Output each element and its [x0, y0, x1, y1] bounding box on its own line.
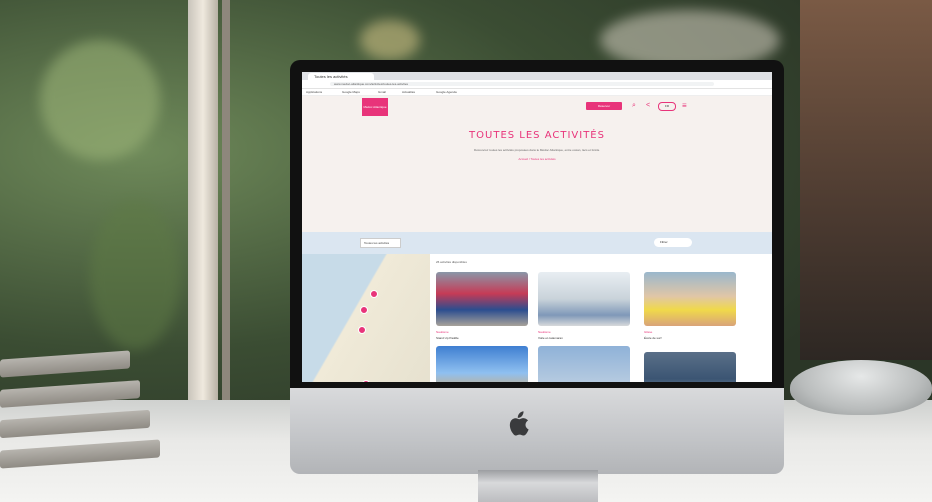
- page-title: TOUTES LES ACTIVITÉS: [469, 130, 605, 141]
- chair: [0, 345, 170, 502]
- card-tag: Nautisme: [538, 330, 551, 334]
- language-select[interactable]: FR: [658, 102, 676, 111]
- url-field[interactable]: www.medoc-atlantique.com/activites/toute…: [330, 82, 714, 86]
- window-frame-shadow: [222, 0, 230, 450]
- decorative-bowl: [790, 360, 932, 415]
- background-wall: [800, 0, 932, 360]
- bookmarks-bar: Applications Google Maps Gmail Actualité…: [302, 89, 772, 96]
- hero-description: Découvrez toutes les activités proposées…: [474, 148, 600, 152]
- activity-select[interactable]: Toutes les activités: [360, 238, 401, 248]
- bookmark-item[interactable]: Google Agenda: [436, 90, 457, 94]
- results-area: 26 activités disponibles Nautisme Stand …: [302, 254, 772, 382]
- imac-chin: [290, 388, 784, 474]
- bookmark-item[interactable]: Google Maps: [342, 90, 360, 94]
- website-screen: Toutes les activités www.medoc-atlantiqu…: [302, 72, 772, 382]
- menu-icon[interactable]: ≡: [682, 102, 692, 110]
- filter-button[interactable]: Filtrer: [654, 238, 692, 247]
- map-marker[interactable]: [360, 306, 368, 314]
- bookmark-item[interactable]: Actualités: [402, 90, 415, 94]
- card-title[interactable]: Stand Up Paddle: [436, 336, 459, 340]
- activity-card[interactable]: [436, 346, 528, 382]
- activity-card[interactable]: [538, 272, 630, 326]
- browser-tab-bar: Toutes les activités: [302, 72, 772, 80]
- activity-card[interactable]: [644, 272, 736, 326]
- activity-card[interactable]: [436, 272, 528, 326]
- card-title[interactable]: École de surf: [644, 336, 662, 340]
- map-marker[interactable]: [362, 380, 370, 382]
- results-count: 26 activités disponibles: [436, 260, 467, 264]
- window-frame: [188, 0, 218, 450]
- filter-bar: Toutes les activités Filtrer: [302, 232, 772, 254]
- map-marker[interactable]: [358, 326, 366, 334]
- imac-stand: [478, 470, 598, 502]
- site-logo[interactable]: Médoc Atlantique: [362, 98, 388, 116]
- activity-card[interactable]: [538, 346, 630, 382]
- site-header: Médoc Atlantique Réserver ⌕ < FR ≡: [302, 96, 772, 120]
- booking-button[interactable]: Réserver: [586, 102, 622, 110]
- card-tag: Nautisme: [436, 330, 449, 334]
- hero-section: TOUTES LES ACTIVITÉS Découvrez toutes le…: [302, 120, 772, 232]
- share-icon[interactable]: <: [646, 102, 654, 110]
- browser-tab[interactable]: Toutes les activités: [308, 73, 374, 80]
- apple-logo-icon: [509, 411, 529, 436]
- card-title[interactable]: Voile et catamaran: [538, 336, 563, 340]
- address-bar: www.medoc-atlantique.com/activites/toute…: [302, 80, 772, 89]
- activity-card[interactable]: [644, 352, 736, 382]
- card-tag: Glisse: [644, 330, 653, 334]
- breadcrumb[interactable]: Accueil / Toutes les activités: [302, 157, 772, 161]
- map[interactable]: [302, 254, 430, 382]
- bookmark-item[interactable]: Gmail: [378, 90, 386, 94]
- bookmark-item[interactable]: Applications: [306, 90, 322, 94]
- search-icon[interactable]: ⌕: [632, 102, 640, 110]
- map-marker[interactable]: [370, 290, 378, 298]
